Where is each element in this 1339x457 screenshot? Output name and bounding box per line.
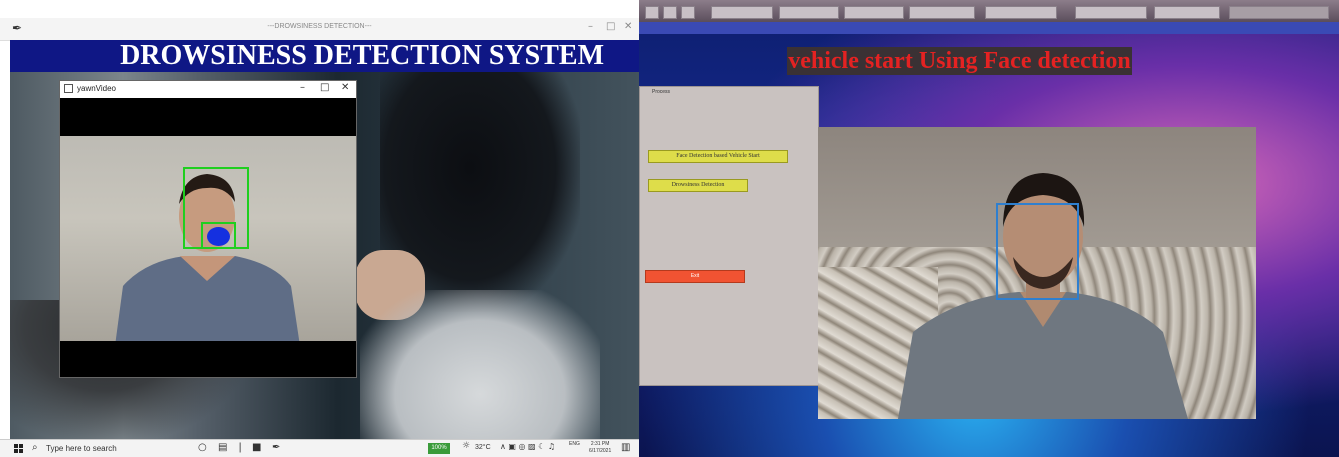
webcam-frame <box>818 127 1256 419</box>
banner-title: DROWSINESS DETECTION SYSTEM <box>120 40 604 71</box>
minimize-icon[interactable]: – <box>300 82 305 93</box>
taskbar-app-icon[interactable] <box>663 6 677 19</box>
taskbar-window-tab[interactable] <box>1075 6 1147 19</box>
taskbar-window-tab[interactable] <box>985 6 1057 19</box>
taskbar-app-icon[interactable]: ■ <box>252 442 261 453</box>
system-tray-icons[interactable]: ∧ ▣ ◎ ▨ ☾ ♫ <box>500 442 555 451</box>
drowsiness-detection-button[interactable]: Drowsiness Detection <box>648 179 748 192</box>
app-titlebar: ✒ ---DROWSINESS DETECTION--- – □ ✕ <box>0 18 639 41</box>
mouth-detection-box <box>201 222 236 249</box>
minimize-icon[interactable]: – <box>588 21 593 32</box>
process-legend: Process <box>652 89 671 95</box>
clock[interactable]: 2:31 PM 6/17/2021 <box>589 441 611 455</box>
left-screenshot: ✒ ---DROWSINESS DETECTION--- – □ ✕ DROWS… <box>0 0 639 457</box>
process-panel: Process Face Detection based Vehicle Sta… <box>639 86 819 386</box>
face-detection-box <box>996 203 1079 300</box>
browser-taskbar <box>639 0 1339 22</box>
yawn-titlebar: yawnVideo – □ ✕ <box>60 81 356 98</box>
clock-date: 6/17/2021 <box>589 448 612 454</box>
cortana-icon[interactable]: ○ <box>198 442 207 453</box>
weather-icon: ☼ <box>462 441 471 451</box>
close-icon[interactable]: ✕ <box>624 21 632 32</box>
language-indicator[interactable]: ENG <box>569 441 580 447</box>
taskbar-window-tab[interactable] <box>844 6 904 19</box>
clock-time: 2:31 PM <box>590 441 610 447</box>
face-detection-vehicle-start-button[interactable]: Face Detection based Vehicle Start <box>648 150 788 163</box>
task-view-icon[interactable]: ▤ <box>218 442 227 453</box>
app-titlebar <box>639 22 1339 34</box>
app-icon <box>64 84 73 93</box>
background-shirt <box>360 290 600 439</box>
taskbar-window-tab[interactable] <box>711 6 773 19</box>
yawn-window-title: yawnVideo <box>77 84 116 93</box>
window-title: ---DROWSINESS DETECTION--- <box>267 23 372 30</box>
maximize-icon[interactable]: □ <box>606 21 615 32</box>
windows-taskbar: ⌕ Type here to search ○ ▤ ❘ ■ ✒ 100% ☼ 3… <box>0 439 639 457</box>
yawn-video-window[interactable]: yawnVideo – □ ✕ <box>59 80 357 378</box>
taskbar-app-icon[interactable]: ❘ <box>236 442 244 453</box>
zoom-badge: 100% <box>428 443 450 454</box>
taskbar-search-input[interactable]: Type here to search <box>46 444 117 453</box>
page-heading-box: vehicle start Using Face detection <box>787 47 1132 75</box>
feather-icon[interactable]: ✒ <box>272 442 280 453</box>
maximize-icon[interactable]: □ <box>320 82 329 93</box>
windows-start-icon[interactable] <box>14 444 24 454</box>
weather-temperature: 32°C <box>475 444 491 451</box>
taskbar-window-tab[interactable] <box>779 6 839 19</box>
page-heading: vehicle start Using Face detection <box>788 48 1131 74</box>
taskbar-window-tab[interactable] <box>1154 6 1220 19</box>
banner: DROWSINESS DETECTION SYSTEM <box>10 40 639 72</box>
close-icon[interactable]: ✕ <box>341 82 349 93</box>
taskbar-window-tab[interactable] <box>909 6 975 19</box>
taskbar-app-icon[interactable] <box>681 6 695 19</box>
exit-button[interactable]: Exit <box>645 270 745 283</box>
search-icon[interactable]: ⌕ <box>32 442 38 453</box>
right-screenshot: vehicle start Using Face detection Proce… <box>639 0 1339 457</box>
system-tray[interactable] <box>1229 6 1329 19</box>
taskbar-app-icon[interactable] <box>645 6 659 19</box>
notification-icon[interactable]: ▥ <box>621 442 630 453</box>
